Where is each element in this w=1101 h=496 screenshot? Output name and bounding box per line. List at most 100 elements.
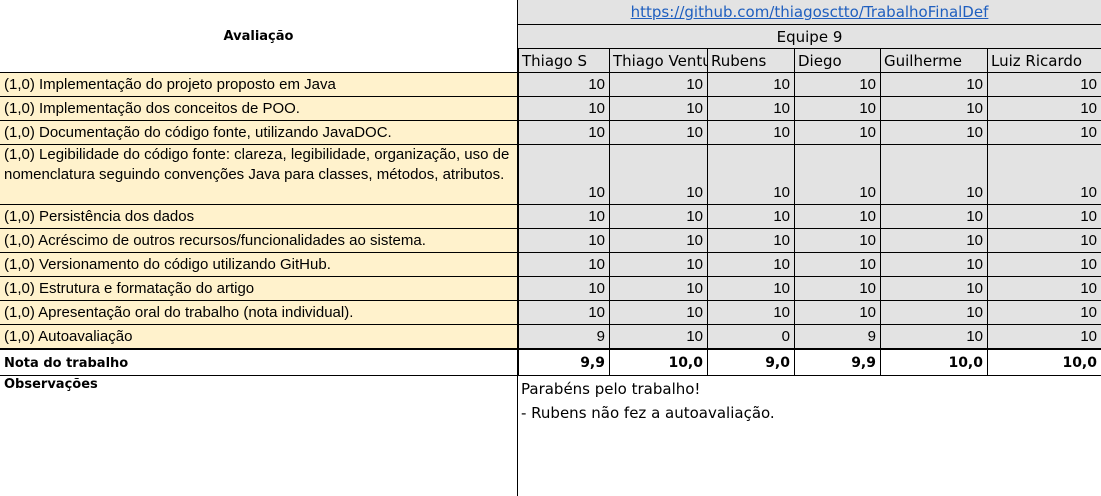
- student-header-5[interactable]: Guilherme: [880, 49, 987, 73]
- repo-link[interactable]: https://github.com/thiagosctto/TrabalhoF…: [631, 3, 989, 21]
- score-cell[interactable]: 10: [794, 253, 880, 277]
- total-score-cell[interactable]: 9,9: [794, 349, 880, 376]
- score-cell[interactable]: 10: [880, 253, 987, 277]
- score-cell[interactable]: 10: [987, 253, 1101, 277]
- total-score-cell[interactable]: 9,9: [518, 349, 609, 376]
- criterion-label-cell[interactable]: (1,0) Estrutura e formatação do artigo: [0, 277, 518, 301]
- score-cell[interactable]: 10: [880, 277, 987, 301]
- student-header-2[interactable]: Thiago Ventu: [609, 49, 707, 73]
- score-cell[interactable]: 10: [518, 73, 609, 97]
- score-cell[interactable]: 10: [987, 145, 1101, 205]
- score-cell[interactable]: 10: [518, 229, 609, 253]
- score-cell[interactable]: 10: [609, 277, 707, 301]
- score-cell[interactable]: 10: [707, 253, 794, 277]
- student-header-6[interactable]: Luiz Ricardo: [987, 49, 1101, 73]
- student-header-4[interactable]: Diego: [794, 49, 880, 73]
- criterion-label-cell[interactable]: (1,0) Legibilidade do código fonte: clar…: [0, 145, 518, 205]
- score-cell[interactable]: 10: [609, 121, 707, 145]
- criterion-label: (1,0) Autoavaliação: [4, 328, 133, 345]
- score-cell[interactable]: 10: [518, 121, 609, 145]
- score-cell[interactable]: 10: [707, 229, 794, 253]
- score-cell[interactable]: 10: [987, 73, 1101, 97]
- score-cell[interactable]: 10: [880, 229, 987, 253]
- student-name: Thiago Ventu: [613, 52, 707, 70]
- score-cell[interactable]: 10: [794, 121, 880, 145]
- total-score-cell[interactable]: 10,0: [880, 349, 987, 376]
- student-name: Luiz Ricardo: [991, 52, 1083, 70]
- student-header-1[interactable]: Thiago S: [518, 49, 609, 73]
- avaliacao-header[interactable]: Avaliação: [0, 0, 518, 73]
- score-cell[interactable]: 10: [987, 301, 1101, 325]
- total-label: Nota do trabalho: [4, 356, 129, 371]
- repo-link-cell[interactable]: https://github.com/thiagosctto/TrabalhoF…: [518, 0, 1101, 25]
- score-cell[interactable]: 10: [707, 301, 794, 325]
- criterion-label-cell[interactable]: (1,0) Implementação do projeto proposto …: [0, 73, 518, 97]
- score-cell[interactable]: 10: [880, 121, 987, 145]
- score-cell[interactable]: 10: [794, 145, 880, 205]
- total-score-cell[interactable]: 9,0: [707, 349, 794, 376]
- student-header-3[interactable]: Rubens: [707, 49, 794, 73]
- criterion-label-cell[interactable]: (1,0) Apresentação oral do trabalho (not…: [0, 301, 518, 325]
- criterion-label-cell[interactable]: (1,0) Implementação dos conceitos de POO…: [0, 97, 518, 121]
- score-cell[interactable]: 10: [794, 277, 880, 301]
- score-cell[interactable]: 10: [707, 205, 794, 229]
- score-cell[interactable]: 10: [609, 325, 707, 349]
- total-score-cell[interactable]: 10,0: [987, 349, 1101, 376]
- total-score-cell[interactable]: 10,0: [609, 349, 707, 376]
- score-cell[interactable]: 10: [609, 229, 707, 253]
- score-cell[interactable]: 10: [987, 205, 1101, 229]
- score-cell[interactable]: 0: [707, 325, 794, 349]
- score-cell[interactable]: 10: [987, 121, 1101, 145]
- score-value: 10: [859, 76, 876, 93]
- score-cell[interactable]: 10: [987, 277, 1101, 301]
- score-cell[interactable]: 10: [707, 145, 794, 205]
- criterion-label-cell[interactable]: (1,0) Versionamento do código utilizando…: [0, 253, 518, 277]
- score-cell[interactable]: 10: [707, 73, 794, 97]
- score-cell[interactable]: 10: [880, 325, 987, 349]
- score-cell[interactable]: 10: [609, 205, 707, 229]
- score-cell[interactable]: 10: [707, 121, 794, 145]
- observations-label-cell[interactable]: Observações: [0, 375, 518, 496]
- score-cell[interactable]: 10: [609, 97, 707, 121]
- score-cell[interactable]: 10: [518, 97, 609, 121]
- score-cell[interactable]: 10: [518, 277, 609, 301]
- score-cell[interactable]: 10: [794, 229, 880, 253]
- score-value: 10: [588, 256, 605, 273]
- score-value: 10: [966, 304, 983, 321]
- criterion-label-cell[interactable]: (1,0) Autoavaliação: [0, 325, 518, 349]
- score-value: 10: [966, 280, 983, 297]
- score-cell[interactable]: 10: [794, 73, 880, 97]
- score-cell[interactable]: 10: [518, 253, 609, 277]
- score-cell[interactable]: 10: [609, 73, 707, 97]
- score-cell[interactable]: 10: [518, 145, 609, 205]
- score-cell[interactable]: 10: [794, 301, 880, 325]
- team-cell[interactable]: Equipe 9: [518, 25, 1101, 49]
- score-cell[interactable]: 10: [987, 325, 1101, 349]
- score-cell[interactable]: 10: [518, 301, 609, 325]
- observations-text-cell[interactable]: Parabéns pelo trabalho! - Rubens não fez…: [518, 375, 1101, 496]
- score-cell[interactable]: 10: [987, 229, 1101, 253]
- score-cell[interactable]: 10: [609, 253, 707, 277]
- score-cell[interactable]: 10: [880, 205, 987, 229]
- score-value: 10: [1080, 304, 1097, 321]
- criterion-label-cell[interactable]: (1,0) Persistência dos dados: [0, 205, 518, 229]
- score-cell[interactable]: 9: [518, 325, 609, 349]
- score-cell[interactable]: 10: [707, 277, 794, 301]
- criterion-label-cell[interactable]: (1,0) Acréscimo de outros recursos/funci…: [0, 229, 518, 253]
- score-cell[interactable]: 10: [880, 73, 987, 97]
- criterion-label-cell[interactable]: (1,0) Documentação do código fonte, util…: [0, 121, 518, 145]
- score-cell[interactable]: 10: [518, 205, 609, 229]
- score-cell[interactable]: 9: [794, 325, 880, 349]
- score-cell[interactable]: 10: [609, 145, 707, 205]
- score-cell[interactable]: 10: [609, 301, 707, 325]
- score-cell[interactable]: 10: [794, 205, 880, 229]
- score-cell[interactable]: 10: [707, 97, 794, 121]
- score-cell[interactable]: 10: [794, 97, 880, 121]
- criterion-label: (1,0) Acréscimo de outros recursos/funci…: [4, 232, 426, 249]
- score-cell[interactable]: 10: [880, 301, 987, 325]
- score-value: 10: [686, 184, 703, 201]
- score-cell[interactable]: 10: [880, 145, 987, 205]
- score-cell[interactable]: 10: [880, 97, 987, 121]
- total-label-cell[interactable]: Nota do trabalho: [0, 349, 518, 376]
- score-cell[interactable]: 10: [987, 97, 1101, 121]
